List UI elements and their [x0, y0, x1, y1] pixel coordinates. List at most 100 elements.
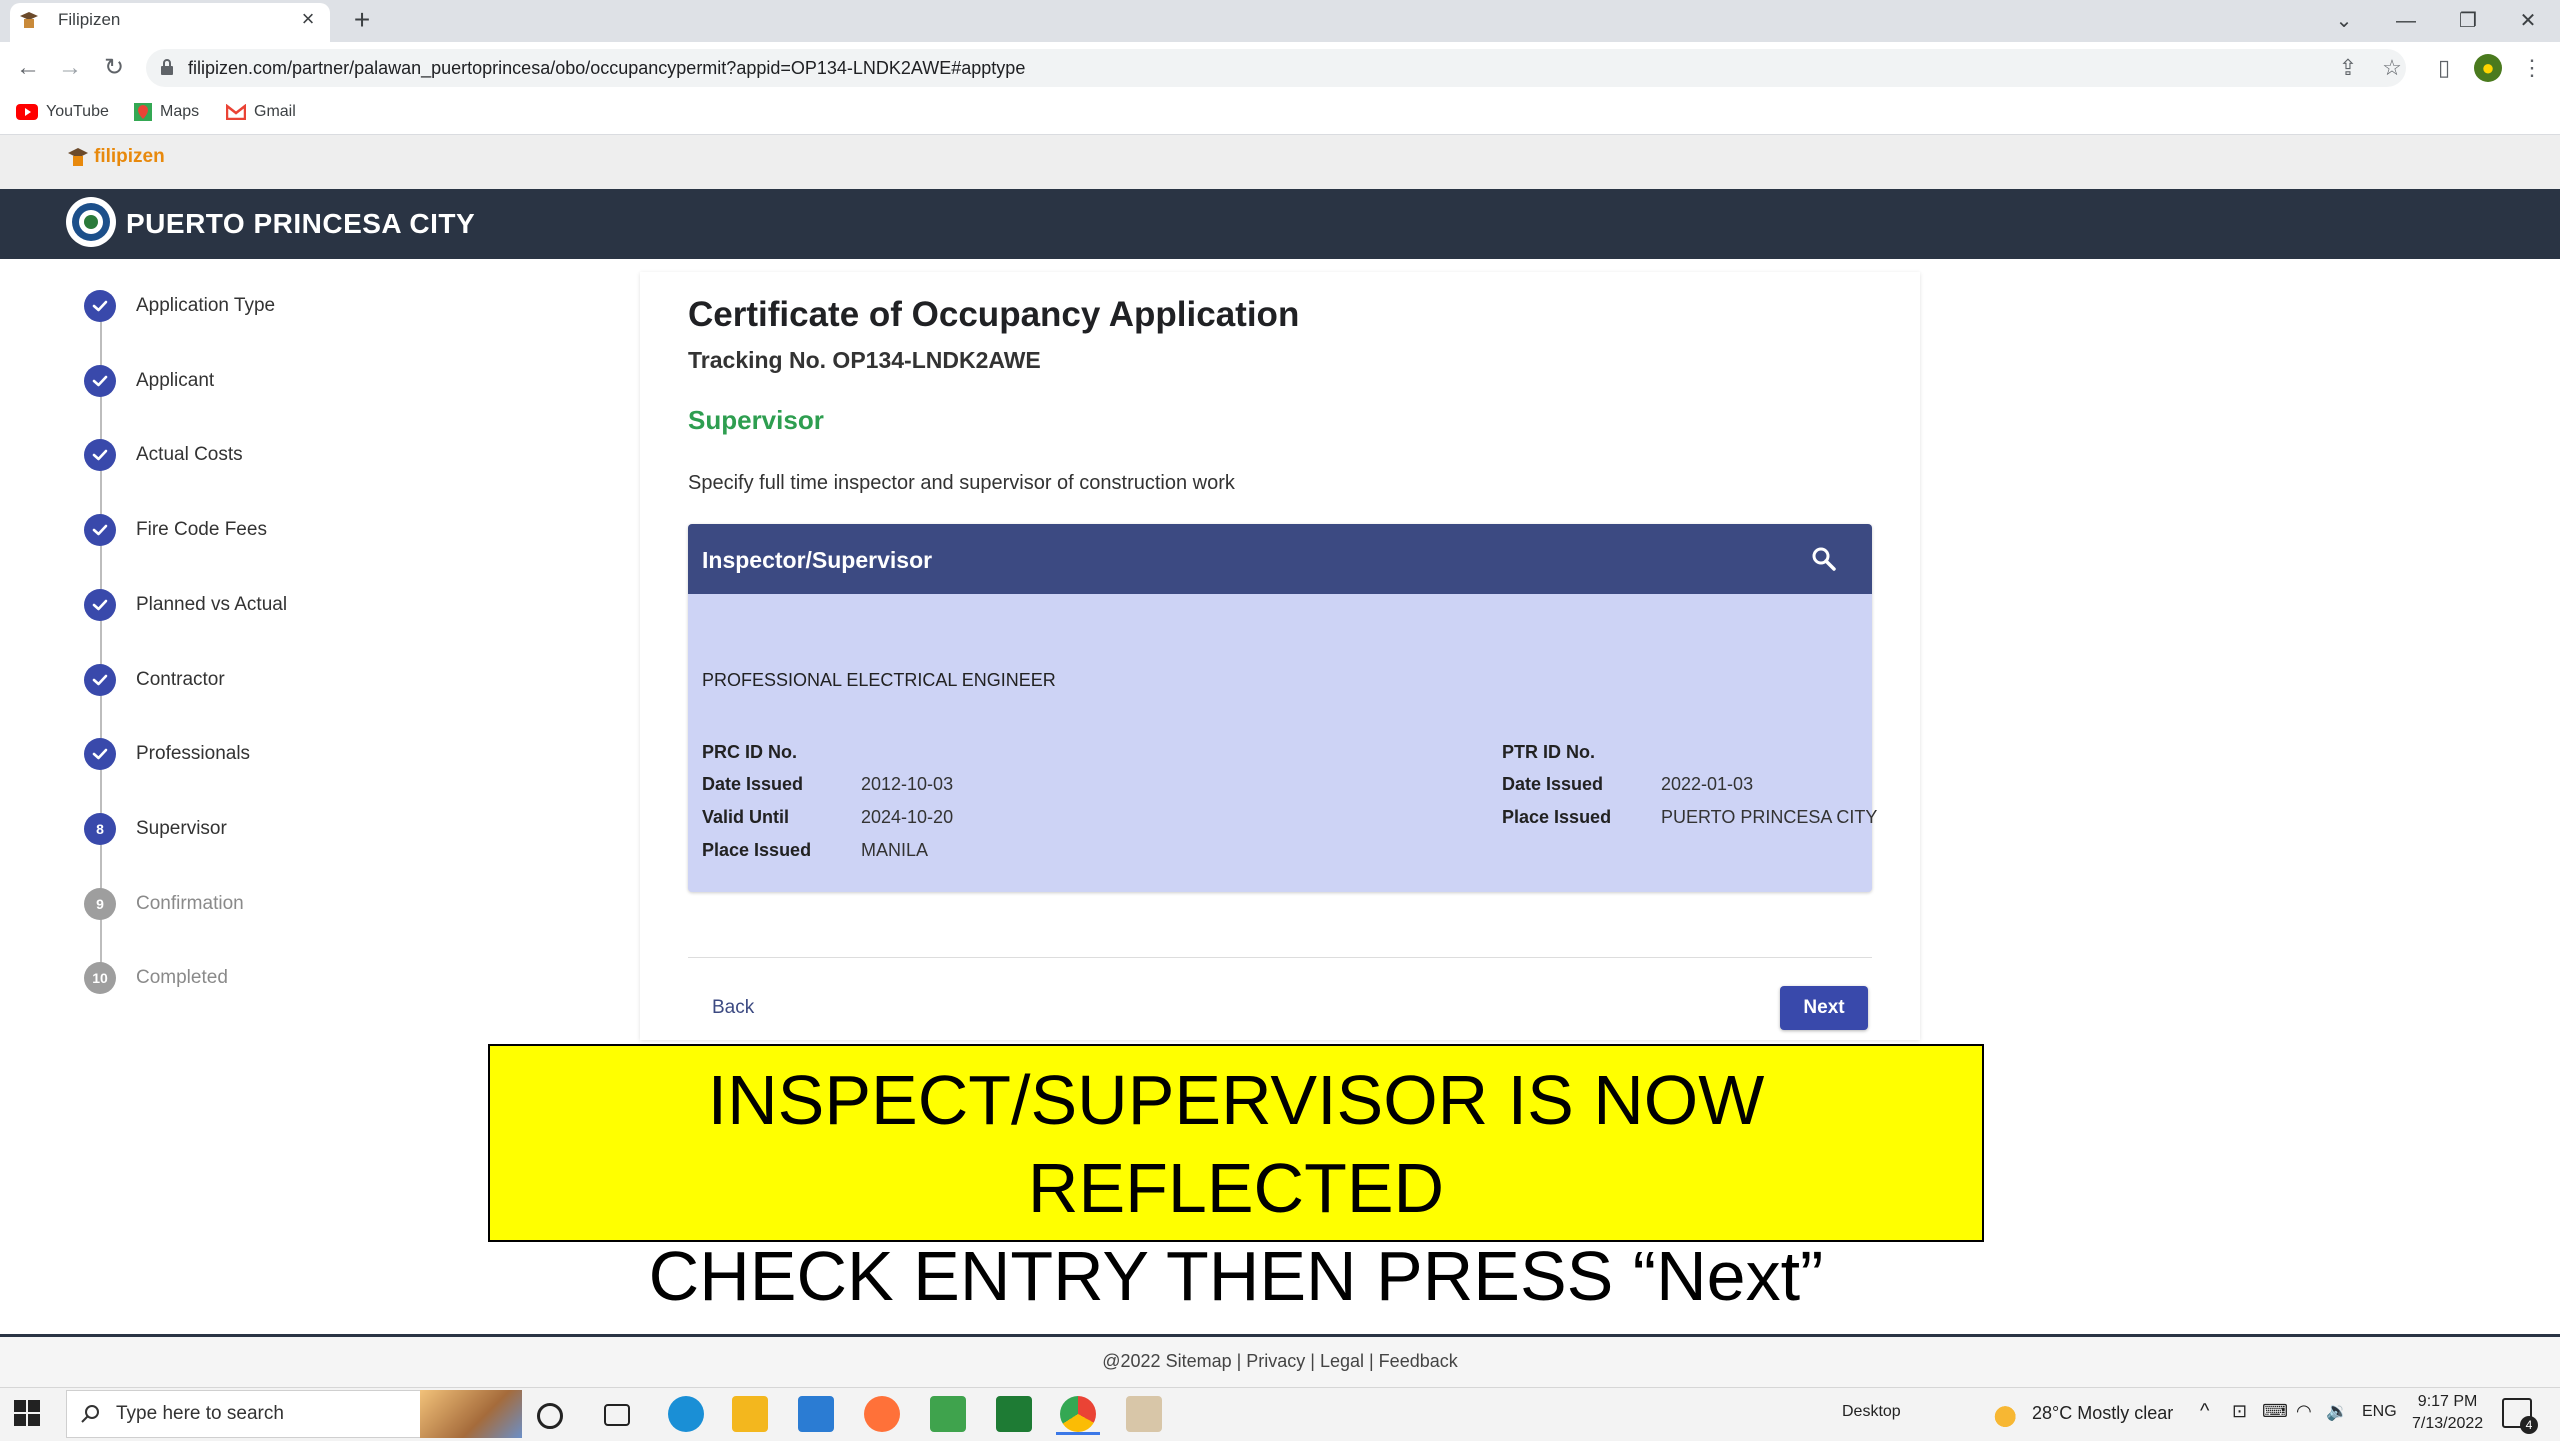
bookmark-label: Gmail — [254, 103, 296, 120]
instruction-callout: INSPECT/SUPERVISOR IS NOW REFLECTED CHEC… — [488, 1044, 1984, 1315]
check-icon — [84, 663, 116, 696]
filipizen-logo[interactable]: filipizen — [66, 146, 165, 168]
page-title: Certificate of Occupancy Application — [688, 295, 1300, 334]
task-view-icon[interactable] — [604, 1404, 630, 1426]
bookmark-gmail[interactable]: Gmail — [226, 100, 296, 124]
chrome-icon[interactable] — [1060, 1396, 1096, 1432]
wifi-icon[interactable]: ◠ — [2296, 1401, 2312, 1422]
step-label: Completed — [136, 967, 228, 989]
taskbar-search-placeholder[interactable]: Type here to search — [116, 1403, 284, 1425]
step-label: Application Type — [136, 295, 276, 316]
browser-menu-icon[interactable]: ⋮ — [2518, 54, 2546, 82]
tray-input-icon[interactable]: ⌨ — [2262, 1401, 2288, 1422]
section-description: Specify full time inspector and supervis… — [688, 472, 1235, 494]
prc-date-issued-label: Date Issued — [702, 774, 804, 794]
step-number: 10 — [84, 962, 116, 995]
restore-button[interactable]: ❐ — [2448, 4, 2488, 38]
ptr-place-issued-label: Place Issued — [1502, 807, 1612, 827]
step-label: Fire Code Fees — [136, 519, 267, 541]
bookmark-label: Maps — [160, 103, 200, 120]
step-supervisor[interactable]: 8 Supervisor — [84, 812, 227, 845]
paint-app-icon[interactable] — [1126, 1396, 1162, 1432]
next-button[interactable]: Next — [1780, 986, 1868, 1030]
city-name: PUERTO PRINCESA CITY — [126, 208, 476, 239]
callout-line-1: INSPECT/SUPERVISOR IS NOW REFLECTED — [707, 1061, 1765, 1227]
weather-text[interactable]: 28°C Mostly clear — [2032, 1403, 2173, 1424]
step-planned-vs-actual[interactable]: Planned vs Actual — [84, 588, 287, 621]
minimize-button[interactable]: — — [2386, 4, 2426, 38]
url-text[interactable]: filipizen.com/partner/palawan_puertoprin… — [188, 58, 1025, 79]
weather-icon — [1994, 1401, 2022, 1427]
step-application-type[interactable]: Application Type — [84, 290, 275, 322]
prc-place-issued-value: MANILA — [861, 840, 929, 860]
logo-text: filipizen — [94, 146, 165, 167]
section-title: Supervisor — [688, 405, 824, 435]
page-footer: @2022 Sitemap | Privacy | Legal | Feedba… — [0, 1337, 2560, 1387]
side-panel-icon[interactable]: ▯ — [2430, 54, 2458, 82]
filipizen-favicon-icon — [20, 12, 38, 28]
search-icon[interactable] — [1810, 545, 1838, 573]
profile-avatar[interactable]: ● — [2474, 54, 2502, 82]
edge-icon[interactable] — [668, 1396, 704, 1432]
profession-text: PROFESSIONAL ELECTRICAL ENGINEER — [702, 670, 1056, 690]
active-app-indicator — [1056, 1432, 1100, 1435]
bookmark-star-icon[interactable]: ☆ — [2378, 54, 2406, 82]
step-professionals[interactable]: Professionals — [84, 738, 250, 771]
desktop-toolbar-label[interactable]: Desktop — [1842, 1403, 1901, 1421]
panel-title: Inspector/Supervisor — [702, 547, 933, 573]
firefox-icon[interactable] — [864, 1396, 900, 1432]
cortana-icon[interactable] — [537, 1403, 563, 1429]
prc-place-issued-label: Place Issued — [702, 840, 812, 860]
clock[interactable]: 9:17 PM 7/13/2022 — [2412, 1391, 2483, 1435]
mail-icon[interactable] — [798, 1396, 834, 1432]
youtube-icon — [16, 104, 38, 120]
back-button[interactable]: Back — [700, 990, 766, 1026]
tab-close-icon[interactable]: × — [296, 7, 320, 31]
step-confirmation[interactable]: 9 Confirmation — [84, 887, 244, 920]
tab-title: Filipizen — [58, 10, 121, 29]
app-icon[interactable] — [930, 1396, 966, 1432]
step-actual-costs[interactable]: Actual Costs — [84, 439, 243, 472]
browser-tab-bar — [0, 0, 2560, 42]
share-icon[interactable]: ⇪ — [2334, 54, 2362, 82]
step-contractor[interactable]: Contractor — [84, 663, 225, 696]
ptr-place-issued-value: PUERTO PRINCESA CITY — [1661, 807, 1878, 827]
close-window-button[interactable]: ✕ — [2508, 4, 2548, 38]
tray-meet-icon[interactable]: ⊡ — [2232, 1401, 2247, 1422]
check-icon — [84, 588, 116, 621]
windows-start-icon[interactable] — [14, 1400, 40, 1426]
step-number: 9 — [84, 887, 116, 920]
city-seal-icon — [66, 197, 116, 247]
volume-icon[interactable]: 🔉 — [2326, 1401, 2348, 1422]
file-explorer-icon[interactable] — [732, 1396, 768, 1432]
step-label: Contractor — [136, 668, 225, 690]
bookmark-maps[interactable]: Maps — [134, 100, 199, 124]
forward-arrow-icon[interactable]: → — [54, 52, 86, 84]
clock-date: 7/13/2022 — [2412, 1415, 2484, 1432]
ptr-date-issued-value: 2022-01-03 — [1661, 774, 1754, 794]
prc-valid-until-label: Valid Until — [702, 807, 790, 827]
spreadsheet-app-icon[interactable] — [996, 1396, 1032, 1432]
new-tab-button[interactable]: + — [348, 6, 376, 34]
prc-id-label: PRC ID No. — [702, 742, 798, 762]
ptr-date-issued-label: Date Issued — [1502, 774, 1604, 794]
footer-links[interactable]: @2022 Sitemap | Privacy | Legal | Feedba… — [1102, 1351, 1457, 1372]
callout-line-2: CHECK ENTRY THEN PRESS “Next” — [648, 1237, 1824, 1315]
step-completed[interactable]: 10 Completed — [84, 962, 228, 995]
step-label: Applicant — [136, 369, 215, 391]
gmail-icon — [226, 104, 246, 120]
tab-search-chevron-icon[interactable]: ⌄ — [2324, 4, 2364, 38]
filipizen-logo-icon — [68, 148, 88, 166]
lock-icon[interactable] — [160, 58, 174, 76]
reload-icon[interactable]: ↻ — [98, 52, 130, 84]
notifications-icon[interactable]: 4 — [2502, 1398, 2538, 1434]
bookmark-youtube[interactable]: YouTube — [16, 100, 109, 124]
tray-chevron-up-icon[interactable]: ^ — [2200, 1400, 2209, 1423]
step-applicant[interactable]: Applicant — [84, 364, 215, 397]
step-label: Confirmation — [136, 892, 244, 914]
language-indicator[interactable]: ENG — [2362, 1403, 2397, 1421]
step-fire-code-fees[interactable]: Fire Code Fees — [84, 514, 267, 547]
notification-count: 4 — [2520, 1416, 2538, 1434]
back-arrow-icon[interactable]: ← — [12, 52, 44, 84]
bookmark-label: YouTube — [46, 103, 109, 120]
